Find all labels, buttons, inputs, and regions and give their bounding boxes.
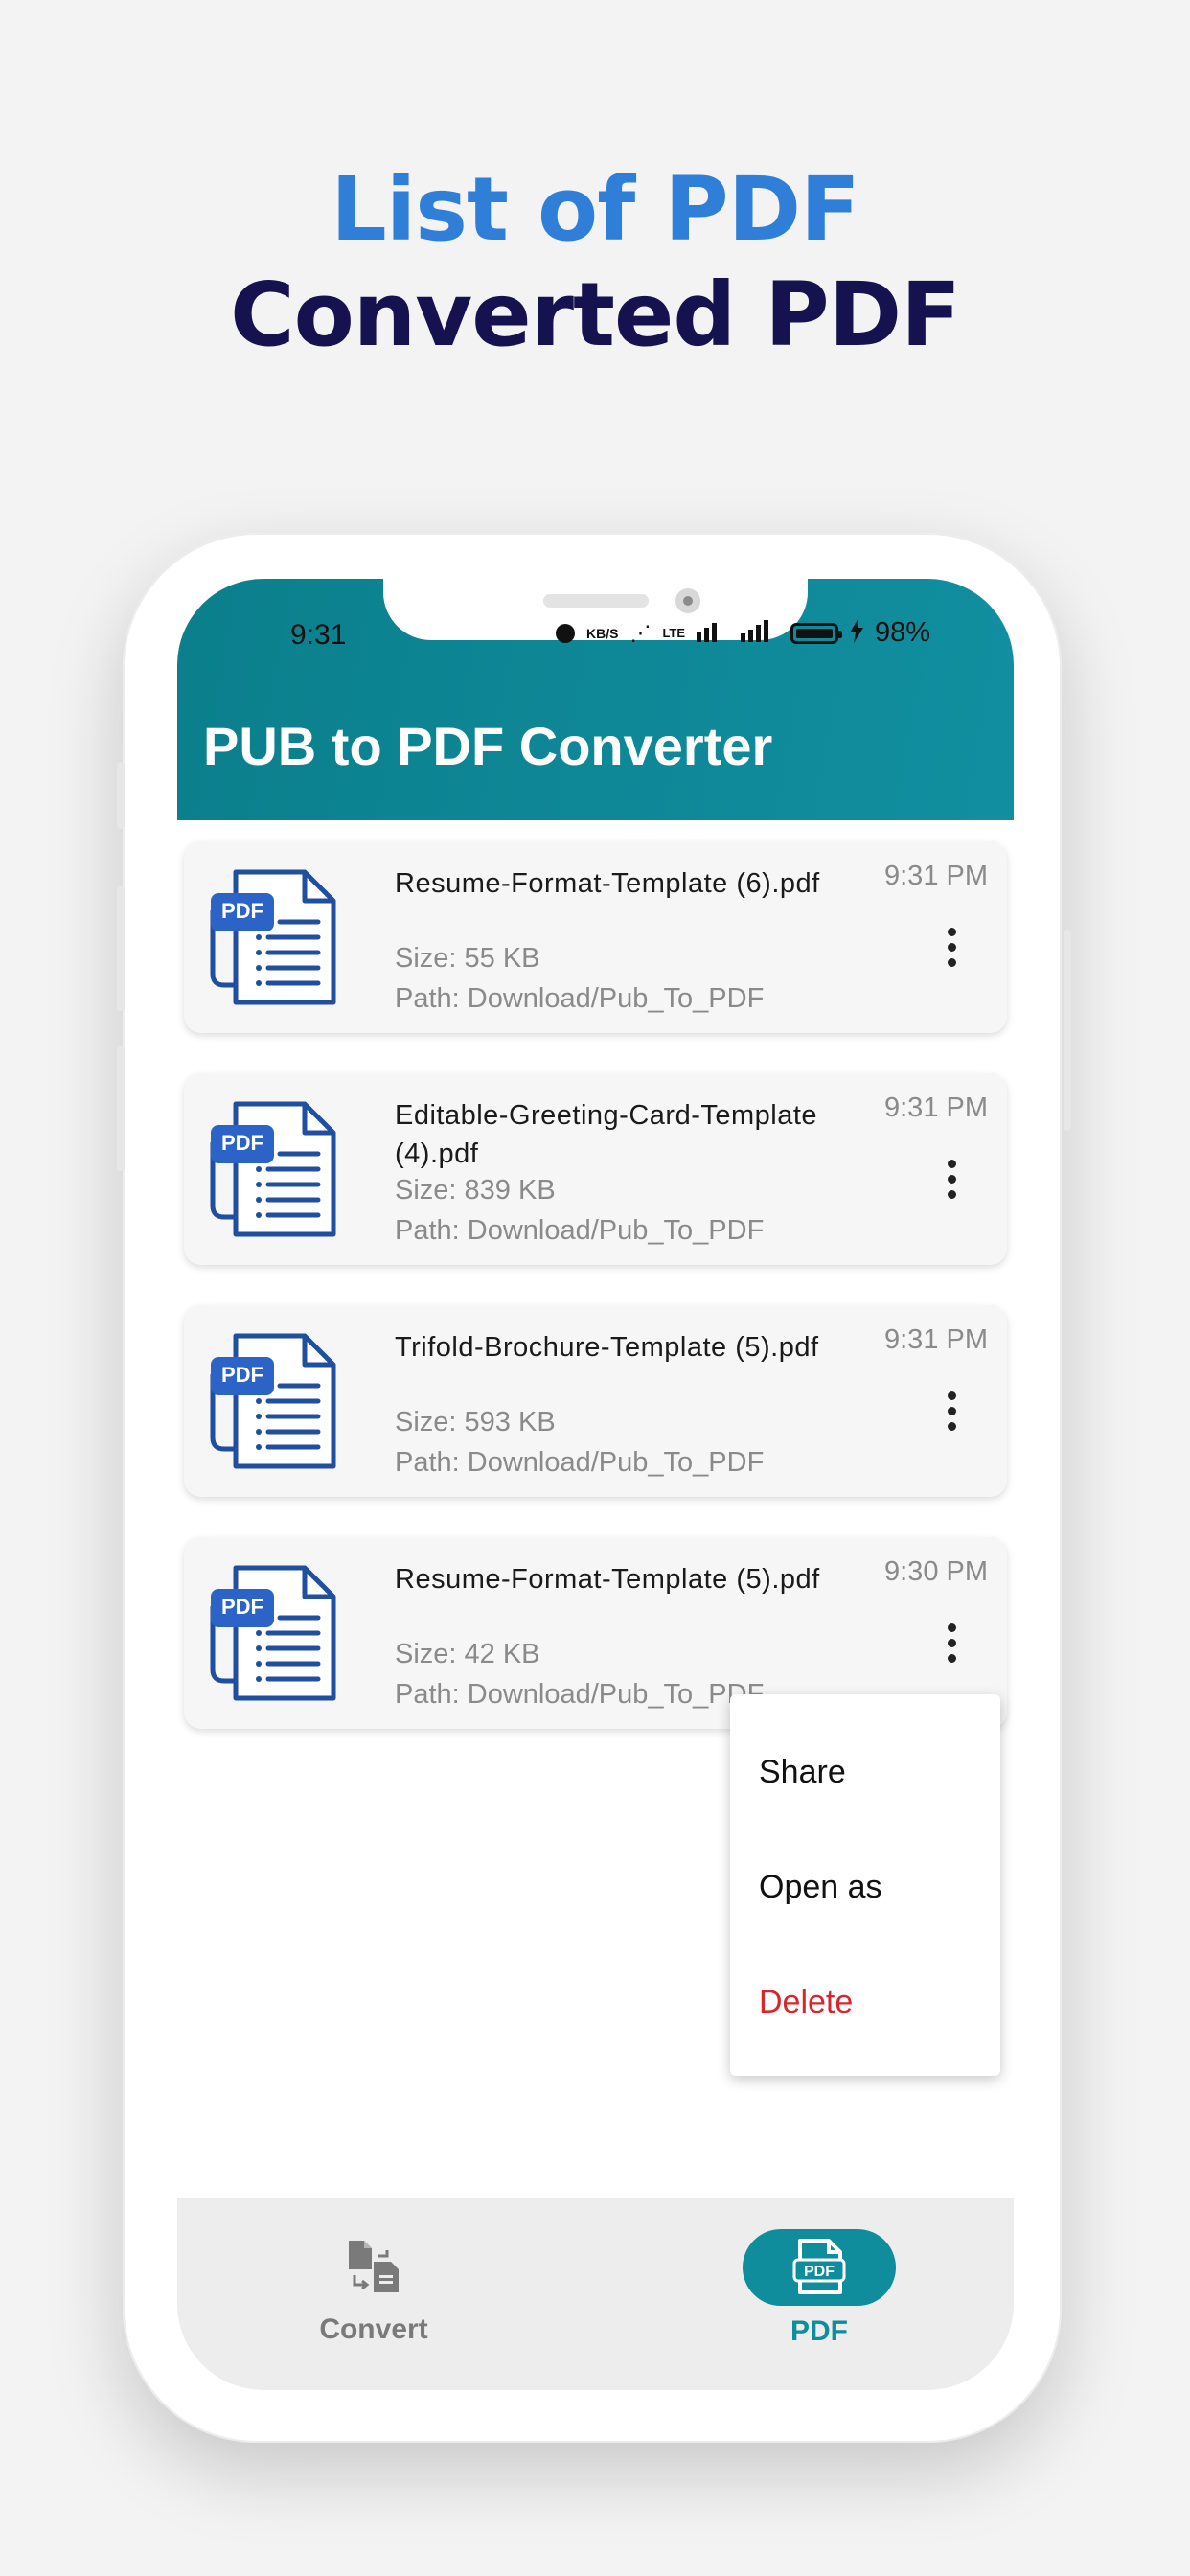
doc-badge-text: PDF	[221, 1595, 263, 1619]
file-name: Editable-Greeting-Card-Template (4).pdf	[395, 1100, 818, 1169]
doc-badge-text: PDF	[221, 1131, 263, 1155]
pdf-file-icon: PDF	[209, 1332, 343, 1471]
file-time: 9:31 PM	[884, 1092, 988, 1123]
file-time: 9:31 PM	[884, 1324, 988, 1355]
pdf-file-icon: PDF	[209, 868, 343, 1007]
file-path: Path: Download/Pub_To_PDF	[395, 1215, 765, 1246]
dot-icon	[556, 623, 575, 643]
menu-item-share[interactable]: Share	[759, 1754, 846, 1791]
menu-item-open-as[interactable]: Open as	[759, 1869, 882, 1906]
file-card[interactable]: PDF Trifold-Brochure-Template (5).pdf Si…	[184, 1305, 1007, 1497]
file-size: Size: 593 KB	[395, 1407, 556, 1438]
context-menu: Share Open as Delete	[730, 1694, 1000, 2076]
file-path: Path: Download/Pub_To_PDF	[395, 1447, 765, 1478]
more-vert-icon[interactable]	[946, 928, 957, 970]
file-card[interactable]: PDF Resume-Format-Template (6).pdf Size:…	[184, 841, 1007, 1033]
file-time: 9:30 PM	[884, 1556, 988, 1587]
file-time: 9:31 PM	[884, 861, 988, 891]
front-camera	[675, 588, 700, 613]
menu-item-delete[interactable]: Delete	[759, 1984, 853, 2021]
promo-headline-2: Converted PDF	[230, 264, 961, 366]
pdf-file-icon: PDF	[209, 1564, 343, 1703]
doc-badge-text: PDF	[221, 1363, 263, 1387]
nav-item-pdf[interactable]: PDF PDF	[741, 2229, 898, 2348]
phone-power-button	[1064, 930, 1071, 1131]
file-size: Size: 55 KB	[395, 943, 540, 974]
phone-side-button	[117, 886, 125, 1011]
nav-label-convert: Convert	[319, 2313, 428, 2345]
file-card[interactable]: PDF Editable-Greeting-Card-Template (4).…	[184, 1073, 1007, 1265]
signal-icon	[697, 619, 729, 648]
promo-headline-1: List of PDF	[331, 158, 860, 261]
more-vert-icon[interactable]	[946, 1623, 957, 1666]
battery-percent: 98%	[875, 617, 931, 648]
phone-side-button	[117, 762, 125, 829]
wifi-icon: ⋰	[629, 620, 652, 645]
file-size: Size: 42 KB	[395, 1639, 540, 1669]
more-vert-icon[interactable]	[946, 1392, 957, 1434]
phone-side-button	[117, 1046, 125, 1171]
convert-icon	[292, 2237, 455, 2304]
file-name: Trifold-Brochure-Template (5).pdf	[395, 1332, 819, 1363]
net-speed: KB/S	[586, 625, 619, 641]
file-path: Path: Download/Pub_To_PDF	[395, 1679, 765, 1710]
file-name: Resume-Format-Template (5).pdf	[395, 1564, 820, 1595]
file-size: Size: 839 KB	[395, 1175, 556, 1206]
network-type: LTE	[662, 626, 686, 640]
pdf-file-icon: PDF	[209, 1100, 343, 1239]
status-time: 9:31	[290, 619, 347, 651]
file-name: Resume-Format-Template (6).pdf	[395, 868, 820, 899]
status-icons: KB/S ⋰ LTE 98%	[556, 617, 930, 649]
app-title: PUB to PDF Converter	[203, 716, 773, 776]
charging-icon	[850, 617, 864, 649]
app-bar: 9:31 KB/S ⋰ LTE 98% PUB to PDF Converter	[177, 579, 1014, 820]
battery-icon	[790, 622, 843, 644]
phone-screen: 9:31 KB/S ⋰ LTE 98% PUB to PDF Converter	[177, 579, 1014, 2390]
more-vert-icon[interactable]	[946, 1160, 957, 1202]
nav-label-pdf: PDF	[790, 2315, 848, 2347]
doc-badge-text: PDF	[221, 899, 263, 923]
signal-icon-2	[741, 619, 779, 648]
nav-item-convert[interactable]: Convert	[292, 2237, 455, 2346]
pdf-nav-icon-text: PDF	[804, 2264, 835, 2280]
nav-active-indicator: PDF	[743, 2229, 896, 2306]
file-path: Path: Download/Pub_To_PDF	[395, 983, 765, 1014]
bottom-navigation: Convert PDF PDF	[177, 2198, 1014, 2390]
earpiece	[543, 594, 649, 608]
pdf-nav-icon: PDF	[792, 2239, 846, 2294]
